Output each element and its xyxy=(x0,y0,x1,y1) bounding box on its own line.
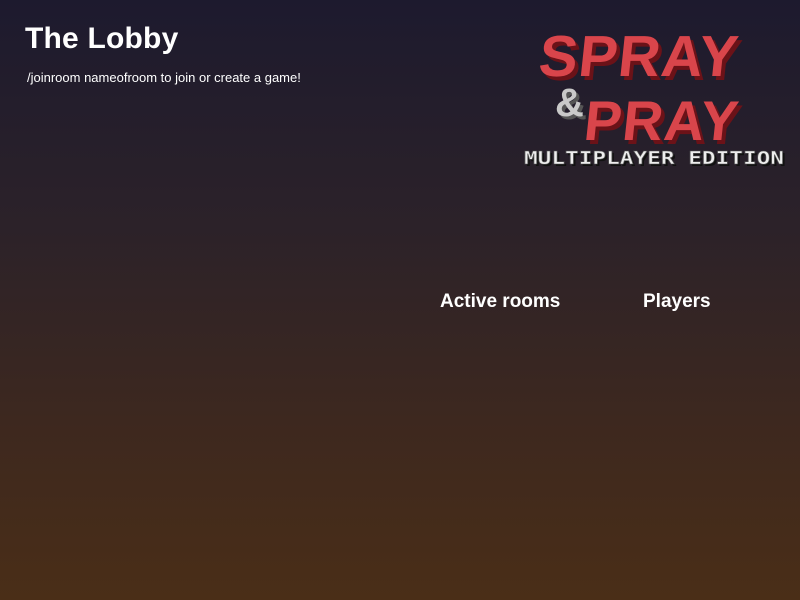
game-logo: SPRAY SPRAY & & PRAY PRAY MULTIPLAYER ED… xyxy=(524,24,786,171)
logo-ampersand: & xyxy=(555,81,584,125)
players-header: Players xyxy=(643,291,711,312)
lobby-title: The Lobby xyxy=(25,22,179,55)
active-rooms-header: Active rooms xyxy=(440,291,561,312)
join-room-hint: /joinroom nameofroom to join or create a… xyxy=(27,70,301,85)
logo-pray-text: PRAY xyxy=(581,89,742,152)
logo-subtitle: MULTIPLAYER EDITION xyxy=(524,148,784,169)
logo-spray-text: SPRAY xyxy=(536,24,742,89)
